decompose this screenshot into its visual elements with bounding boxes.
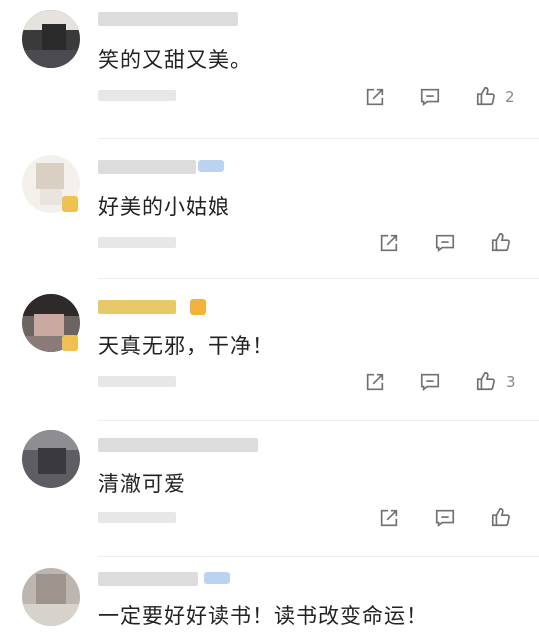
share-button[interactable]	[364, 86, 386, 108]
reply-button[interactable]	[419, 86, 441, 108]
share-button[interactable]	[378, 507, 400, 529]
username-blurred[interactable]	[98, 300, 176, 314]
username-blurred[interactable]	[98, 438, 258, 452]
like-button[interactable]	[490, 506, 512, 528]
share-icon	[366, 88, 384, 106]
thumbs-up-icon	[491, 232, 510, 252]
share-icon	[380, 509, 398, 527]
like-count: 2	[505, 88, 515, 106]
user-badge-icon	[62, 335, 78, 351]
username-blurred[interactable]	[98, 12, 238, 26]
divider	[98, 278, 539, 279]
reply-button[interactable]	[434, 232, 456, 254]
comment-icon	[420, 88, 440, 106]
share-icon	[380, 234, 398, 252]
avatar[interactable]	[22, 568, 80, 626]
comment-text: 清澈可爱	[98, 472, 186, 496]
like-button[interactable]	[490, 231, 512, 253]
comment-text: 好美的小姑娘	[98, 195, 230, 219]
vip-badge-icon	[190, 299, 206, 315]
comment-text: 一定要好好读书！读书改变命运！	[98, 604, 428, 628]
thumbs-up-icon	[476, 86, 495, 106]
verified-badge-icon	[204, 572, 230, 584]
thumbs-up-icon	[491, 507, 510, 527]
comment-meta-blurred	[98, 512, 176, 523]
divider	[98, 556, 539, 557]
comment-meta-blurred	[98, 90, 176, 101]
reply-button[interactable]	[419, 371, 441, 393]
username-blurred[interactable]	[98, 160, 196, 174]
verified-badge-icon	[198, 160, 224, 172]
divider	[98, 420, 539, 421]
divider	[98, 138, 539, 139]
user-badge-icon	[62, 196, 78, 212]
like-count: 3	[506, 373, 516, 391]
comment-icon	[420, 373, 440, 391]
reply-button[interactable]	[434, 507, 456, 529]
comment-meta-blurred	[98, 376, 176, 387]
comment-icon	[435, 234, 455, 252]
username-blurred[interactable]	[98, 572, 198, 586]
avatar[interactable]	[22, 10, 80, 68]
share-button[interactable]	[364, 371, 386, 393]
avatar[interactable]	[22, 430, 80, 488]
like-button[interactable]	[475, 85, 497, 107]
comment-text: 天真无邪，干净！	[98, 334, 274, 358]
thumbs-up-icon	[476, 371, 495, 391]
comment-meta-blurred	[98, 237, 176, 248]
comment-icon	[435, 509, 455, 527]
share-button[interactable]	[378, 232, 400, 254]
comment-text: 笑的又甜又美。	[98, 48, 252, 72]
like-button[interactable]	[475, 370, 497, 392]
share-icon	[366, 373, 384, 391]
